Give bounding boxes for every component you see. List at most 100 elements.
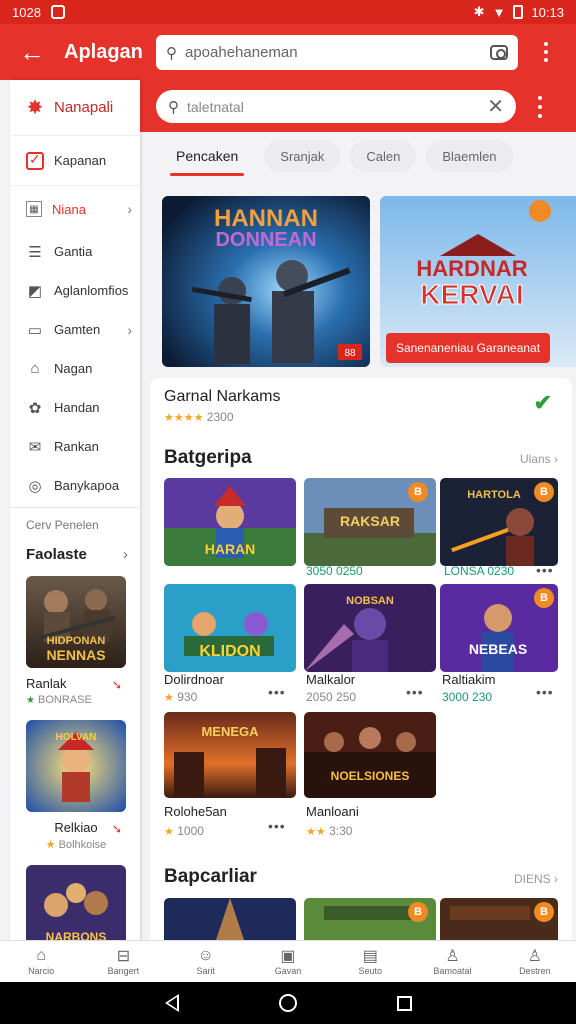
badge-icon: B — [534, 588, 554, 608]
section-more-link[interactable]: Ulans › — [520, 452, 558, 466]
sidebar-game-card[interactable]: NARBONS — [26, 865, 126, 940]
tab-blaemlen[interactable]: Blaemlen — [426, 140, 513, 172]
game-meta: 2050 250 — [306, 690, 357, 704]
more-dots-icon[interactable]: ••• — [536, 684, 554, 700]
game-thumbnail[interactable]: HIDPONAN NENNAS — [26, 576, 126, 668]
more-dots-icon[interactable]: ••• — [268, 684, 286, 700]
bottom-navigation: ⌂ Narcio ⊟ Bangert ☺ Sarit ▣ Gavan ▤ Seuto ♙ B… — [0, 940, 576, 982]
sidebar-game-card[interactable]: HOLVAN Relkiao ➘ ★ Bolhkoise — [26, 720, 126, 851]
nav-item-seuto[interactable]: ▤ Seuto — [329, 941, 411, 982]
bag-icon: ⊟ — [116, 947, 131, 965]
game-thumbnail[interactable]: HOLVAN — [26, 720, 126, 812]
more-dots-icon[interactable]: ••• — [268, 818, 286, 834]
sidebar-item-kapanan[interactable]: Kapanan — [10, 136, 140, 186]
home-icon: ⌂ — [30, 360, 40, 377]
bluetooth-icon: ✱ — [473, 4, 485, 19]
tab-sranjak[interactable]: Sranjak — [264, 140, 341, 172]
featured-game-card[interactable]: Garnal Narkams ★★★★ 2300 ✔ — [150, 378, 572, 448]
game-thumbnail[interactable]: NOELSIONES — [304, 712, 436, 798]
wifi-icon: ▼ — [492, 4, 506, 20]
svg-text:DONNEAN: DONNEAN — [215, 229, 316, 251]
more-dots-icon[interactable]: ••• — [406, 684, 424, 700]
sidebar-item-nagan[interactable]: ⌂ Nagan — [10, 349, 140, 388]
status-bar: 1028 ✱ ▼ 10:13 — [0, 0, 576, 24]
game-thumbnail[interactable] — [164, 898, 296, 940]
sidebar-header[interactable]: ✸ Nanapali — [10, 80, 140, 136]
more-menu-icon[interactable] — [538, 40, 554, 64]
featured-banner-1[interactable]: HANNAN DONNEAN 88 — [162, 196, 370, 367]
nav-item-destren[interactable]: ♙ Destren — [494, 941, 576, 982]
chevron-right-icon: › — [127, 321, 132, 338]
svg-text:88: 88 — [344, 348, 356, 359]
svg-text:NARBONS: NARBONS — [46, 930, 107, 940]
battery-icon — [513, 5, 524, 19]
app-bar: ← Aplagan ⚲ apoahehaneman — [0, 24, 576, 80]
top-search-field[interactable]: ⚲ apoahehaneman — [156, 35, 518, 70]
nav-item-bangert[interactable]: ⊟ Bangert — [82, 941, 164, 982]
game-meta: ★ BONRASE — [26, 694, 92, 706]
game-thumbnail[interactable]: NOBSAN — [304, 584, 436, 672]
sidebar-item-rankan[interactable]: ✉ Rankan — [10, 427, 140, 466]
sidebar-item-aglanlomfios[interactable]: ◩ Aglanlomfios — [10, 271, 140, 310]
back-arrow-icon[interactable]: ← — [0, 24, 64, 80]
svg-text:HIDPONAN: HIDPONAN — [47, 635, 106, 647]
top-search-value[interactable]: apoahehaneman — [185, 44, 490, 61]
folder-icon: ◩ — [27, 282, 43, 300]
game-name: Relkiao ➘ — [54, 820, 122, 836]
sidebar-section-title[interactable]: Faolaste › — [10, 540, 140, 568]
tab-calen[interactable]: Calen — [350, 140, 417, 172]
featured-game-name: Garnal Narkams — [164, 388, 281, 405]
nav-item-sarit[interactable]: ☺ Sarit — [165, 941, 247, 982]
app-title: Aplagan — [64, 40, 143, 63]
more-dots-icon[interactable]: ••• — [536, 562, 554, 578]
search-input-value[interactable]: taletnatal — [187, 99, 487, 115]
sidebar-item-gamten[interactable]: ▭ Gamten › — [10, 310, 140, 349]
star-logo-icon: ✸ — [26, 97, 44, 119]
svg-text:HARAN: HARAN — [205, 541, 256, 557]
home-icon: ⌂ — [36, 946, 46, 964]
notification-icon — [50, 5, 65, 19]
game-thumbnail[interactable]: MENEGA — [164, 712, 296, 798]
trend-icon: ➘ — [111, 822, 122, 836]
sidebar-item-handan[interactable]: ✿ Handan — [10, 388, 140, 427]
search-input[interactable]: ⚲ taletnatal ✕ — [156, 90, 516, 123]
nav-item-bamoatal[interactable]: ♙ Bamoatal — [411, 941, 493, 982]
badge-icon: B — [534, 902, 554, 922]
search-icon: ⚲ — [168, 98, 179, 116]
svg-text:MENEGA: MENEGA — [201, 724, 259, 739]
game-thumbnail[interactable]: HARAN — [164, 478, 296, 566]
list-icon: ☰ — [28, 243, 42, 261]
nav-item-home[interactable]: ⌂ Narcio — [0, 941, 82, 982]
banner-action-button[interactable]: Sanenaneniau Garaneanat — [386, 333, 550, 363]
section-title: Batgeripa — [164, 447, 252, 468]
profile-icon: ♙ — [527, 947, 542, 965]
more-options-icon[interactable] — [532, 96, 548, 118]
game-name: Rolohe5an — [164, 804, 227, 819]
sidebar-item-niana[interactable]: ▦ Niana › — [10, 186, 140, 232]
checklist-icon — [26, 151, 44, 170]
sidebar-item-banykapoa[interactable]: ◎ Banykapoa — [10, 466, 140, 505]
camera-icon[interactable] — [490, 45, 508, 60]
chevron-right-icon: › — [127, 201, 132, 217]
game-name: Raltiakim — [442, 672, 496, 687]
game-name: Ranlak ➘ — [26, 676, 122, 692]
svg-text:NENNAS: NENNAS — [46, 647, 105, 663]
tab-pencaken[interactable]: Pencaken — [160, 140, 254, 176]
section-more-link[interactable]: DIENS › — [514, 872, 558, 886]
grid-icon: ▦ — [26, 201, 42, 217]
game-thumbnail[interactable]: NARBONS — [26, 865, 126, 940]
sidebar-item-gantia[interactable]: ☰ Gantia — [10, 232, 140, 271]
nav-item-gavan[interactable]: ▣ Gavan — [247, 941, 329, 982]
featured-banner-2[interactable]: HARDNAR KERVAI Sanenaneniau Garaneanat — [380, 196, 576, 367]
svg-text:HOLVAN: HOLVAN — [56, 732, 97, 743]
system-recents-icon[interactable] — [396, 995, 412, 1011]
system-home-icon[interactable] — [278, 994, 297, 1012]
system-back-icon[interactable] — [164, 994, 179, 1012]
clear-icon[interactable]: ✕ — [487, 94, 504, 119]
system-navigation-bar — [0, 982, 576, 1024]
game-name: Dolirdnoar — [164, 672, 224, 687]
sidebar-game-card[interactable]: HIDPONAN NENNAS Ranlak ➘ ★ BONRASE — [26, 576, 126, 706]
game-thumbnail[interactable]: KLIDON — [164, 584, 296, 672]
book-icon: ▤ — [362, 947, 378, 965]
settings-icon: ✿ — [28, 399, 42, 417]
